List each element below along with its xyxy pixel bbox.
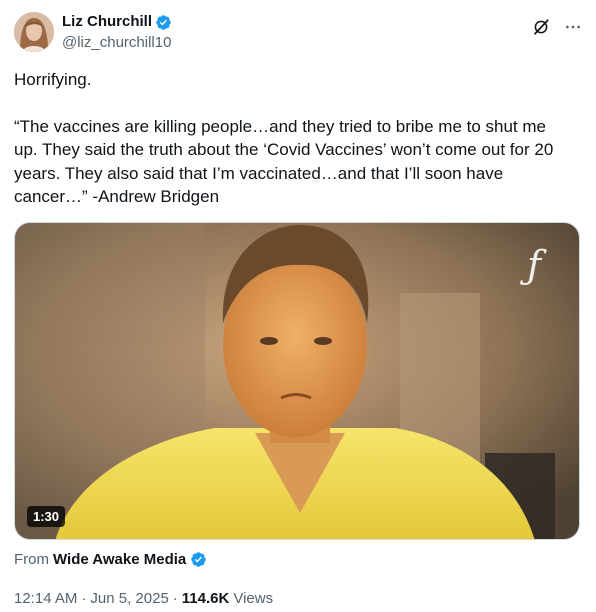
tweet-text: Horrifying. “The vaccines are killing pe…: [14, 68, 574, 209]
header-actions: [532, 18, 582, 36]
tweet-text-line-1: Horrifying.: [14, 70, 92, 89]
views-label: Views: [233, 590, 274, 607]
tweet-date[interactable]: Jun 5, 2025: [90, 590, 168, 607]
more-icon[interactable]: [564, 18, 582, 36]
video-player[interactable]: ƒ 1:30: [14, 222, 580, 540]
name-row: Liz Churchill: [62, 12, 172, 32]
avatar[interactable]: [14, 12, 54, 52]
verified-badge-icon: [190, 551, 207, 568]
tweet-time[interactable]: 12:14 AM: [14, 590, 77, 607]
views-count[interactable]: 114.6K: [182, 590, 230, 607]
source-name-link[interactable]: Wide Awake Media: [53, 551, 186, 568]
tweet-card: Liz Churchill @liz_churchill10 Horrifyin…: [0, 0, 596, 612]
verified-badge-icon: [155, 14, 172, 31]
author-display-name[interactable]: Liz Churchill: [62, 12, 152, 32]
meta-separator: ·: [172, 590, 178, 607]
source-attribution: From Wide Awake Media: [14, 551, 207, 568]
meta-separator: ·: [81, 590, 87, 607]
tweet-header: Liz Churchill @liz_churchill10: [14, 12, 582, 54]
grok-icon[interactable]: [532, 18, 550, 36]
tweet-text-quote: “The vaccines are killing people…and the…: [14, 116, 559, 207]
author-handle[interactable]: @liz_churchill10: [62, 33, 172, 53]
author-block: Liz Churchill @liz_churchill10: [62, 12, 172, 53]
avatar-image: [14, 12, 54, 52]
video-frame: ƒ: [15, 223, 579, 539]
video-duration-badge: 1:30: [27, 506, 66, 527]
source-prefix: From: [14, 551, 49, 568]
tweet-meta: 12:14 AM · Jun 5, 2025 · 114.6K Views: [14, 590, 273, 607]
